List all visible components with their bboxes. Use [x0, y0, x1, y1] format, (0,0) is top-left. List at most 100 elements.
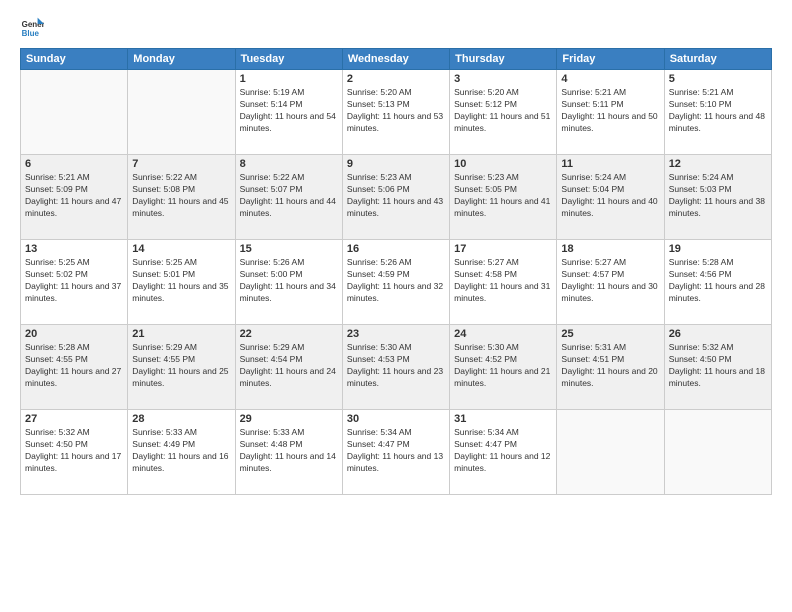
day-number: 8 [240, 158, 338, 170]
day-info: Sunrise: 5:21 AM Sunset: 5:10 PM Dayligh… [669, 87, 767, 135]
calendar-cell: 21 Sunrise: 5:29 AM Sunset: 4:55 PM Dayli… [128, 325, 235, 410]
day-info: Sunrise: 5:30 AM Sunset: 4:53 PM Dayligh… [347, 342, 445, 390]
day-info: Sunrise: 5:32 AM Sunset: 4:50 PM Dayligh… [25, 427, 123, 475]
day-info: Sunrise: 5:26 AM Sunset: 5:00 PM Dayligh… [240, 257, 338, 305]
calendar-cell: 4 Sunrise: 5:21 AM Sunset: 5:11 PM Daylig… [557, 70, 664, 155]
day-number: 14 [132, 243, 230, 255]
logo-icon: General Blue [20, 16, 44, 40]
day-number: 1 [240, 73, 338, 85]
calendar-cell [128, 70, 235, 155]
day-info: Sunrise: 5:25 AM Sunset: 5:01 PM Dayligh… [132, 257, 230, 305]
calendar-cell: 28 Sunrise: 5:33 AM Sunset: 4:49 PM Dayli… [128, 410, 235, 495]
calendar-cell: 5 Sunrise: 5:21 AM Sunset: 5:10 PM Daylig… [664, 70, 771, 155]
day-number: 2 [347, 73, 445, 85]
calendar-week-row: 1 Sunrise: 5:19 AM Sunset: 5:14 PM Daylig… [21, 70, 772, 155]
day-number: 15 [240, 243, 338, 255]
calendar-cell: 8 Sunrise: 5:22 AM Sunset: 5:07 PM Daylig… [235, 155, 342, 240]
day-number: 23 [347, 328, 445, 340]
calendar-cell: 16 Sunrise: 5:26 AM Sunset: 4:59 PM Dayli… [342, 240, 449, 325]
day-number: 28 [132, 413, 230, 425]
calendar-day-header: Monday [128, 49, 235, 70]
day-info: Sunrise: 5:22 AM Sunset: 5:08 PM Dayligh… [132, 172, 230, 220]
calendar-day-header: Friday [557, 49, 664, 70]
calendar-cell: 14 Sunrise: 5:25 AM Sunset: 5:01 PM Dayli… [128, 240, 235, 325]
day-number: 21 [132, 328, 230, 340]
day-number: 18 [561, 243, 659, 255]
day-number: 22 [240, 328, 338, 340]
day-info: Sunrise: 5:29 AM Sunset: 4:55 PM Dayligh… [132, 342, 230, 390]
day-number: 20 [25, 328, 123, 340]
logo: General Blue [20, 16, 44, 40]
calendar-table: SundayMondayTuesdayWednesdayThursdayFrid… [20, 48, 772, 495]
day-info: Sunrise: 5:28 AM Sunset: 4:55 PM Dayligh… [25, 342, 123, 390]
day-number: 30 [347, 413, 445, 425]
day-info: Sunrise: 5:20 AM Sunset: 5:13 PM Dayligh… [347, 87, 445, 135]
calendar-cell: 10 Sunrise: 5:23 AM Sunset: 5:05 PM Dayli… [450, 155, 557, 240]
day-number: 26 [669, 328, 767, 340]
day-number: 7 [132, 158, 230, 170]
calendar-cell: 27 Sunrise: 5:32 AM Sunset: 4:50 PM Dayli… [21, 410, 128, 495]
calendar-cell: 7 Sunrise: 5:22 AM Sunset: 5:08 PM Daylig… [128, 155, 235, 240]
calendar-cell [664, 410, 771, 495]
day-number: 11 [561, 158, 659, 170]
day-number: 17 [454, 243, 552, 255]
calendar-cell: 26 Sunrise: 5:32 AM Sunset: 4:50 PM Dayli… [664, 325, 771, 410]
calendar-week-row: 20 Sunrise: 5:28 AM Sunset: 4:55 PM Dayli… [21, 325, 772, 410]
day-info: Sunrise: 5:27 AM Sunset: 4:58 PM Dayligh… [454, 257, 552, 305]
calendar-cell: 18 Sunrise: 5:27 AM Sunset: 4:57 PM Dayli… [557, 240, 664, 325]
day-info: Sunrise: 5:33 AM Sunset: 4:49 PM Dayligh… [132, 427, 230, 475]
calendar-week-row: 6Sunrise: 5:21 AM Sunset: 5:09 PM Daylig… [21, 155, 772, 240]
day-number: 5 [669, 73, 767, 85]
day-info: Sunrise: 5:29 AM Sunset: 4:54 PM Dayligh… [240, 342, 338, 390]
day-number: 19 [669, 243, 767, 255]
day-number: 27 [25, 413, 123, 425]
day-number: 9 [347, 158, 445, 170]
calendar-cell: 31 Sunrise: 5:34 AM Sunset: 4:47 PM Dayli… [450, 410, 557, 495]
calendar-day-header: Thursday [450, 49, 557, 70]
page-header: General Blue [20, 16, 772, 40]
calendar-cell: 13 Sunrise: 5:25 AM Sunset: 5:02 PM Dayli… [21, 240, 128, 325]
day-info: Sunrise: 5:22 AM Sunset: 5:07 PM Dayligh… [240, 172, 338, 220]
calendar-header-row: SundayMondayTuesdayWednesdayThursdayFrid… [21, 49, 772, 70]
day-number: 29 [240, 413, 338, 425]
calendar-cell: 2 Sunrise: 5:20 AM Sunset: 5:13 PM Daylig… [342, 70, 449, 155]
calendar-cell: 11Sunrise: 5:24 AM Sunset: 5:04 PM Dayli… [557, 155, 664, 240]
day-info: Sunrise: 5:23 AM Sunset: 5:05 PM Dayligh… [454, 172, 552, 220]
calendar-cell: 6Sunrise: 5:21 AM Sunset: 5:09 PM Daylig… [21, 155, 128, 240]
calendar-day-header: Saturday [664, 49, 771, 70]
day-info: Sunrise: 5:26 AM Sunset: 4:59 PM Dayligh… [347, 257, 445, 305]
day-number: 31 [454, 413, 552, 425]
day-number: 16 [347, 243, 445, 255]
day-info: Sunrise: 5:34 AM Sunset: 4:47 PM Dayligh… [454, 427, 552, 475]
calendar-cell: 22 Sunrise: 5:29 AM Sunset: 4:54 PM Dayli… [235, 325, 342, 410]
day-info: Sunrise: 5:27 AM Sunset: 4:57 PM Dayligh… [561, 257, 659, 305]
day-number: 4 [561, 73, 659, 85]
calendar-day-header: Sunday [21, 49, 128, 70]
day-info: Sunrise: 5:20 AM Sunset: 5:12 PM Dayligh… [454, 87, 552, 135]
day-info: Sunrise: 5:32 AM Sunset: 4:50 PM Dayligh… [669, 342, 767, 390]
calendar-week-row: 13 Sunrise: 5:25 AM Sunset: 5:02 PM Dayli… [21, 240, 772, 325]
calendar-cell: 1 Sunrise: 5:19 AM Sunset: 5:14 PM Daylig… [235, 70, 342, 155]
day-number: 13 [25, 243, 123, 255]
calendar-cell: 23 Sunrise: 5:30 AM Sunset: 4:53 PM Dayli… [342, 325, 449, 410]
calendar-cell: 9 Sunrise: 5:23 AM Sunset: 5:06 PM Daylig… [342, 155, 449, 240]
calendar-cell: 19 Sunrise: 5:28 AM Sunset: 4:56 PM Dayli… [664, 240, 771, 325]
day-info: Sunrise: 5:31 AM Sunset: 4:51 PM Dayligh… [561, 342, 659, 390]
calendar-cell: 30Sunrise: 5:34 AM Sunset: 4:47 PM Dayli… [342, 410, 449, 495]
calendar-day-header: Tuesday [235, 49, 342, 70]
calendar-day-header: Wednesday [342, 49, 449, 70]
day-number: 24 [454, 328, 552, 340]
day-info: Sunrise: 5:25 AM Sunset: 5:02 PM Dayligh… [25, 257, 123, 305]
day-info: Sunrise: 5:30 AM Sunset: 4:52 PM Dayligh… [454, 342, 552, 390]
calendar-cell: 29Sunrise: 5:33 AM Sunset: 4:48 PM Dayli… [235, 410, 342, 495]
day-info: Sunrise: 5:24 AM Sunset: 5:03 PM Dayligh… [669, 172, 767, 220]
svg-text:Blue: Blue [22, 29, 40, 38]
calendar-cell: 25Sunrise: 5:31 AM Sunset: 4:51 PM Dayli… [557, 325, 664, 410]
calendar-cell: 24 Sunrise: 5:30 AM Sunset: 4:52 PM Dayli… [450, 325, 557, 410]
day-info: Sunrise: 5:28 AM Sunset: 4:56 PM Dayligh… [669, 257, 767, 305]
day-info: Sunrise: 5:19 AM Sunset: 5:14 PM Dayligh… [240, 87, 338, 135]
day-info: Sunrise: 5:21 AM Sunset: 5:11 PM Dayligh… [561, 87, 659, 135]
day-number: 10 [454, 158, 552, 170]
calendar-cell: 15 Sunrise: 5:26 AM Sunset: 5:00 PM Dayli… [235, 240, 342, 325]
day-info: Sunrise: 5:23 AM Sunset: 5:06 PM Dayligh… [347, 172, 445, 220]
